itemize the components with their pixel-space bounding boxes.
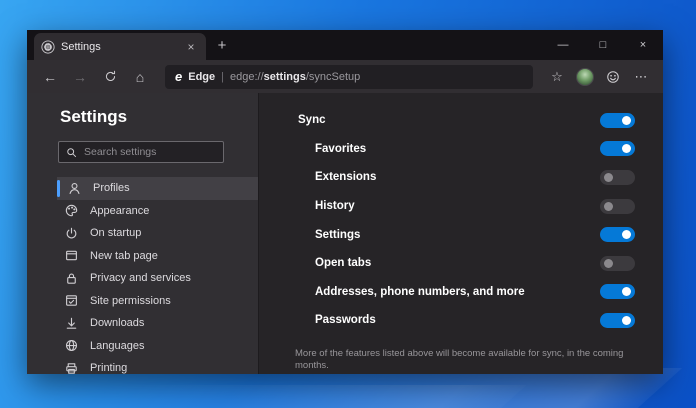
edge-brand-label: Edge <box>188 70 216 83</box>
passwords-toggle[interactable] <box>600 312 635 328</box>
tab-settings[interactable]: Settings × <box>34 33 206 60</box>
sidebar-nav: Profiles Appearance On startup New tab p… <box>27 177 258 374</box>
gear-icon <box>41 39 55 54</box>
sync-availability-note: More of the features listed above will b… <box>295 347 624 374</box>
extensions-toggle[interactable] <box>600 169 635 185</box>
open-tabs-toggle[interactable] <box>600 255 635 271</box>
sidebar-item-privacy-and-services[interactable]: Privacy and services <box>27 267 258 290</box>
favorite-star-icon[interactable]: ☆ <box>545 65 569 89</box>
favorites-row: Favorites <box>259 135 663 164</box>
home-button[interactable]: ⌂ <box>127 64 153 90</box>
sync-master-row: Sync <box>259 106 663 135</box>
addresses-toggle[interactable] <box>600 284 635 300</box>
history-toggle[interactable] <box>600 198 635 214</box>
address-bar[interactable]: e Edge | edge://settings/syncSetup <box>165 64 533 89</box>
sidebar-item-printing[interactable]: Printing <box>27 357 258 374</box>
printer-icon <box>64 361 79 374</box>
sidebar-item-site-permissions[interactable]: Site permissions <box>27 290 258 313</box>
more-menu-icon[interactable]: ⋯ <box>629 65 653 89</box>
sidebar-item-appearance[interactable]: Appearance <box>27 200 258 223</box>
tab-close-icon[interactable]: × <box>183 39 199 55</box>
sidebar-item-new-tab-page[interactable]: New tab page <box>27 245 258 268</box>
search-icon <box>65 146 78 159</box>
url-text: edge://settings/syncSetup <box>230 70 361 83</box>
sidebar-item-on-startup[interactable]: On startup <box>27 222 258 245</box>
title-bar: Settings × + — □ × <box>27 30 663 60</box>
wallpaper-light-beam <box>73 385 527 408</box>
lock-icon <box>64 271 79 286</box>
wallpaper-light-beam <box>217 368 683 408</box>
navigation-toolbar: ← → ⌂ e Edge | edge://settings/syncSetup… <box>27 60 663 93</box>
search-box[interactable] <box>58 141 224 163</box>
sidebar-item-languages[interactable]: Languages <box>27 335 258 358</box>
browser-window: Settings × + — □ × ← → ⌂ e Edge | edge:/… <box>27 30 663 374</box>
download-icon <box>64 316 79 331</box>
extensions-row: Extensions <box>259 163 663 192</box>
open-tabs-row: Open tabs <box>259 249 663 278</box>
profile-avatar[interactable] <box>573 65 597 89</box>
sidebar-item-downloads[interactable]: Downloads <box>27 312 258 335</box>
addresses-row: Addresses, phone numbers, and more <box>259 278 663 307</box>
search-input[interactable] <box>84 146 217 158</box>
sync-label: Sync <box>298 114 326 127</box>
close-button[interactable]: × <box>623 30 663 60</box>
refresh-button[interactable] <box>97 64 123 90</box>
back-button[interactable]: ← <box>37 64 63 90</box>
passwords-row: Passwords <box>259 306 663 335</box>
history-row: History <box>259 192 663 221</box>
edge-logo-icon: e <box>175 69 183 84</box>
forward-button[interactable]: → <box>67 64 93 90</box>
selected-accent-bar <box>57 180 60 197</box>
palette-icon <box>64 203 79 218</box>
tab-title: Settings <box>61 40 101 53</box>
sync-toggle[interactable] <box>600 112 635 128</box>
settings-sidebar: Settings Profiles <box>27 93 259 374</box>
favorites-toggle[interactable] <box>600 141 635 157</box>
settings-toggle[interactable] <box>600 227 635 243</box>
maximize-button[interactable]: □ <box>583 30 623 60</box>
minimize-button[interactable]: — <box>543 30 583 60</box>
sync-settings-panel: Sync Favorites Extensions History Settin… <box>259 93 663 374</box>
person-icon <box>67 181 82 196</box>
new-tab-button[interactable]: + <box>210 34 234 58</box>
settings-row: Settings <box>259 220 663 249</box>
permissions-icon <box>64 293 79 308</box>
window-controls: — □ × <box>543 30 663 60</box>
power-icon <box>64 226 79 241</box>
settings-page: Settings Profiles <box>27 93 663 374</box>
feedback-smiley-icon[interactable] <box>601 65 625 89</box>
page-title: Settings <box>60 107 128 126</box>
address-separator: | <box>221 70 224 83</box>
avatar-image <box>576 67 594 86</box>
globe-icon <box>64 338 79 353</box>
new-tab-icon <box>64 248 79 263</box>
sidebar-item-profiles[interactable]: Profiles <box>57 177 258 200</box>
